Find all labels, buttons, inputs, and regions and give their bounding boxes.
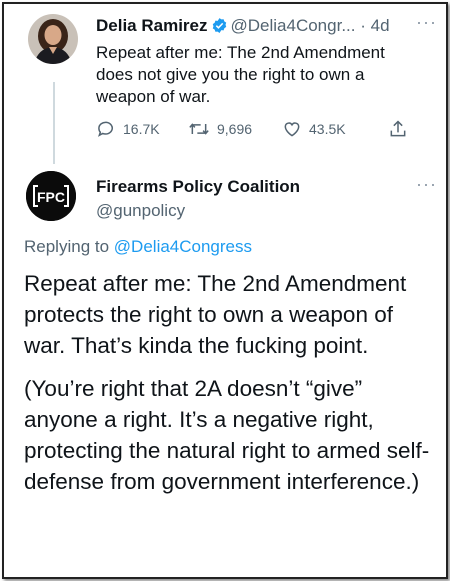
retweet-count: 9,696 xyxy=(217,121,253,137)
person-avatar-icon xyxy=(28,14,78,64)
tweet-text: Repeat after me: The 2nd Amendment prote… xyxy=(24,268,439,509)
tweet-paragraph-2: (You’re right that 2A doesn’t “give” any… xyxy=(24,376,430,494)
screenshot-frame: Delia Ramirez @Delia4Congr... · 4d ··· Re… xyxy=(2,2,448,579)
avatar[interactable] xyxy=(28,14,78,64)
tweet-paragraph-1: Repeat after me: The 2nd Amendment prote… xyxy=(24,271,407,358)
timestamp[interactable]: 4d xyxy=(371,16,390,35)
replying-handle-link[interactable]: @Delia4Congress xyxy=(114,237,252,256)
replying-to: Replying to @Delia4Congress xyxy=(24,237,252,257)
share-button[interactable] xyxy=(388,119,408,139)
fpc-logo-icon: FPC xyxy=(26,171,76,221)
reply-count: 16.7K xyxy=(123,121,160,137)
share-icon xyxy=(390,120,406,137)
tweet-actions: 16.7K 9,696 43.5K xyxy=(96,119,441,141)
more-icon[interactable]: ··· xyxy=(416,174,437,195)
tweet-text: Repeat after me: The 2nd Amendment does … xyxy=(96,43,385,106)
verified-badge-icon xyxy=(211,17,228,39)
more-icon[interactable]: ··· xyxy=(416,12,437,33)
author-name[interactable]: Delia Ramirez xyxy=(96,16,208,35)
replying-prefix: Replying to xyxy=(24,237,110,256)
retweet-icon xyxy=(189,123,209,135)
avatar-text: FPC xyxy=(37,189,65,205)
author-name[interactable]: Firearms Policy Coalition xyxy=(96,177,300,197)
like-button[interactable]: 43.5K xyxy=(282,119,346,139)
reply-icon xyxy=(98,121,113,137)
avatar[interactable]: FPC xyxy=(26,171,76,221)
retweet-button[interactable]: 9,696 xyxy=(188,119,252,139)
author-handle[interactable]: @gunpolicy xyxy=(96,201,185,221)
reply-button[interactable]: 16.7K xyxy=(96,119,160,139)
thread-connector-line xyxy=(53,82,55,164)
like-count: 43.5K xyxy=(309,121,346,137)
author-handle[interactable]: @Delia4Congr... xyxy=(231,16,356,35)
heart-icon xyxy=(284,122,300,137)
separator-dot: · xyxy=(360,16,366,35)
tweet-header: Delia Ramirez @Delia4Congr... · 4d xyxy=(96,16,436,39)
